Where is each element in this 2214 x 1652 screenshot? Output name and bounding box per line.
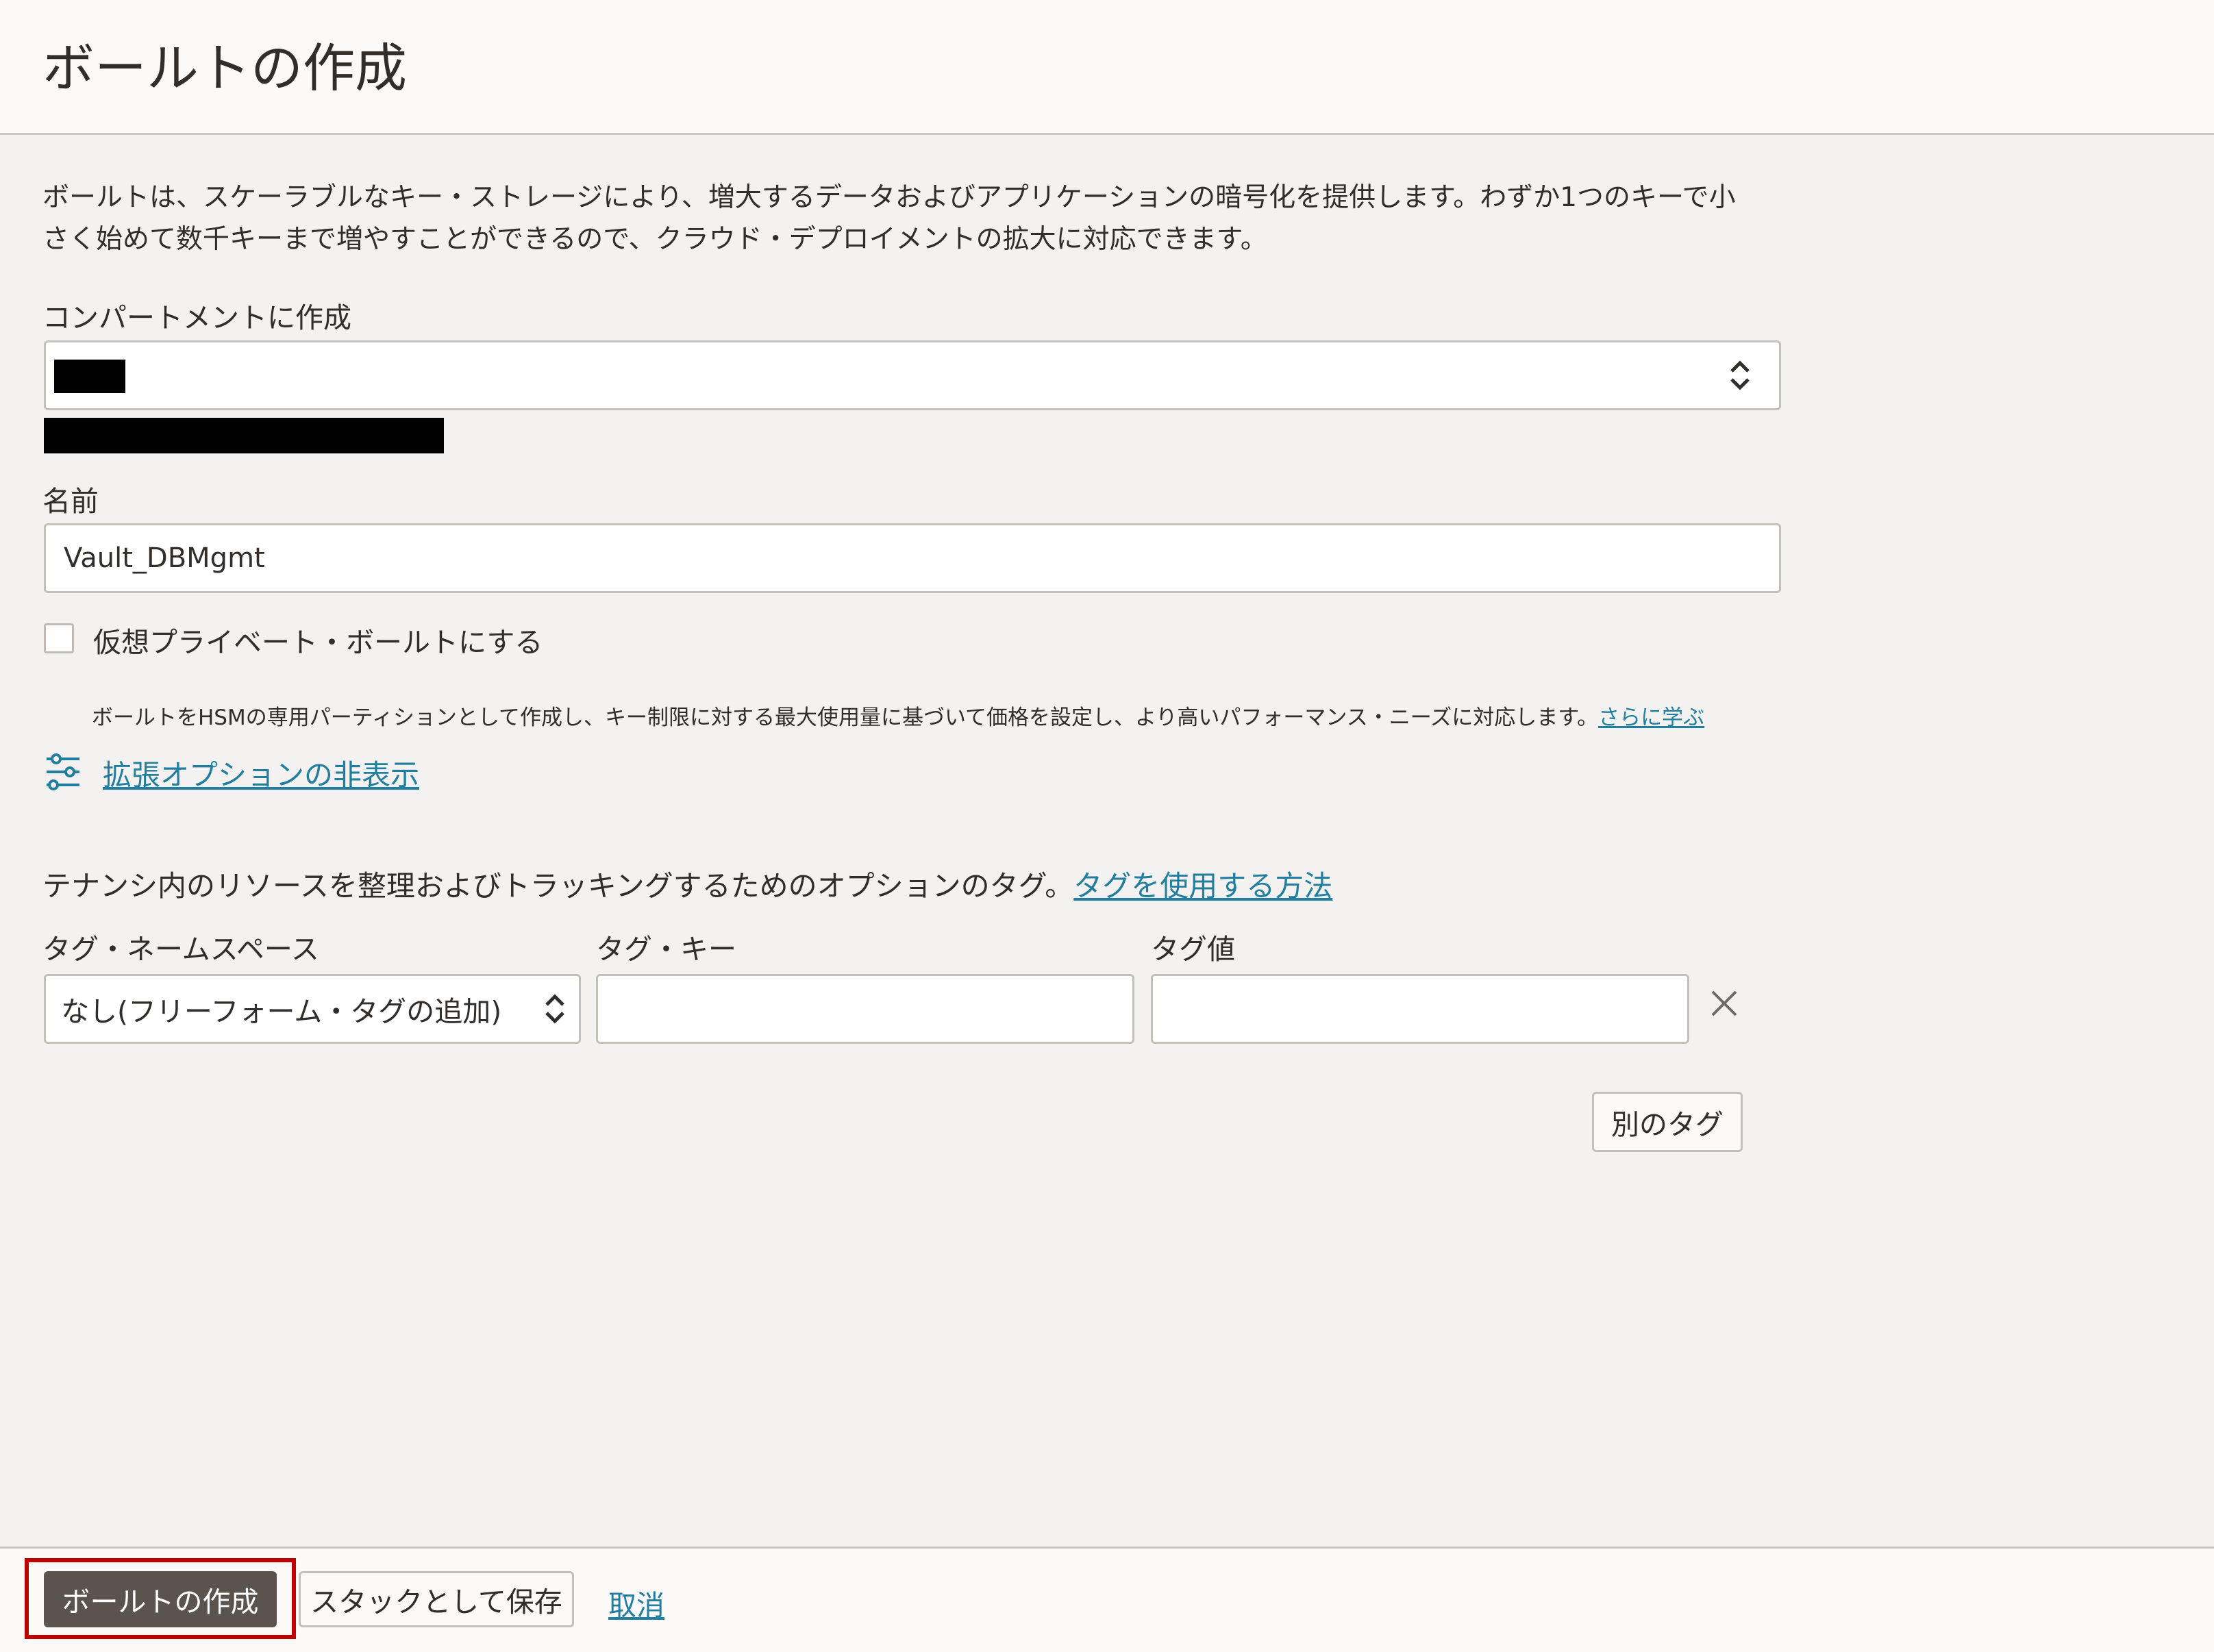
tag-value-label: タグ値 (1151, 933, 1235, 966)
save-as-stack-button[interactable]: スタックとして保存 (299, 1571, 574, 1627)
compartment-path-redacted (44, 418, 444, 453)
virtual-private-help: ボールトをHSMの専用パーティションとして作成し、キー制限に対する最大使用量に基… (92, 700, 1704, 731)
virtual-private-checkbox[interactable] (44, 623, 74, 653)
sliders-icon[interactable] (44, 752, 82, 792)
updown-chevron-icon (545, 994, 564, 1024)
tags-how-to-link[interactable]: タグを使用する方法 (1073, 869, 1332, 903)
virtual-private-label[interactable]: 仮想プライベート・ボールトにする (93, 619, 543, 660)
tag-namespace-value: なし(フリーフォーム・タグの追加) (61, 995, 502, 1028)
compartment-value-redacted (54, 360, 125, 393)
virtual-private-help-text: ボールトをHSMの専用パーティションとして作成し、キー制限に対する最大使用量に基… (92, 705, 1599, 730)
description-line-2: さく始めて数千キーまで増やすことができるので、クラウド・デプロイメントの拡大に対… (42, 224, 1267, 255)
vault-description: ボールトは、スケーラブルなキー・ストレージにより、増大するデータおよびアプリケー… (42, 177, 1796, 260)
page-title: ボールトの作成 (42, 38, 407, 99)
tags-intro-text: テナンシ内のリソースを整理およびトラッキングするためのオプションのタグ。 (42, 869, 1074, 903)
tags-intro: テナンシ内のリソースを整理およびトラッキングするためのオプションのタグ。タグを使… (42, 863, 1332, 905)
close-icon[interactable] (1708, 988, 1740, 1019)
tag-value-input[interactable] (1153, 976, 1687, 1042)
tag-namespace-label: タグ・ネームスペース (42, 933, 319, 966)
tag-key-input[interactable] (598, 976, 1132, 1042)
tag-value-field[interactable] (1151, 974, 1689, 1044)
name-input-field[interactable] (44, 523, 1781, 593)
name-input[interactable] (46, 525, 1779, 591)
description-line-1: ボールトは、スケーラブルなキー・ストレージにより、増大するデータおよびアプリケー… (42, 182, 1736, 213)
learn-more-link[interactable]: さらに学ぶ (1598, 705, 1704, 730)
tag-key-label: タグ・キー (596, 933, 736, 966)
cancel-link[interactable]: 取消 (608, 1582, 664, 1623)
add-tag-button[interactable]: 別のタグ (1592, 1092, 1743, 1152)
hide-advanced-options-link[interactable]: 拡張オプションの非表示 (103, 752, 419, 794)
name-label: 名前 (42, 485, 99, 518)
compartment-select[interactable] (44, 340, 1781, 410)
page-header: ボールトの作成 (0, 0, 2214, 135)
compartment-label: コンパートメントに作成 (42, 301, 351, 334)
highlight-box (25, 1558, 296, 1639)
tag-key-field[interactable] (596, 974, 1134, 1044)
tag-namespace-select[interactable]: なし(フリーフォーム・タグの追加) (44, 974, 581, 1044)
updown-chevron-icon (1730, 360, 1750, 390)
